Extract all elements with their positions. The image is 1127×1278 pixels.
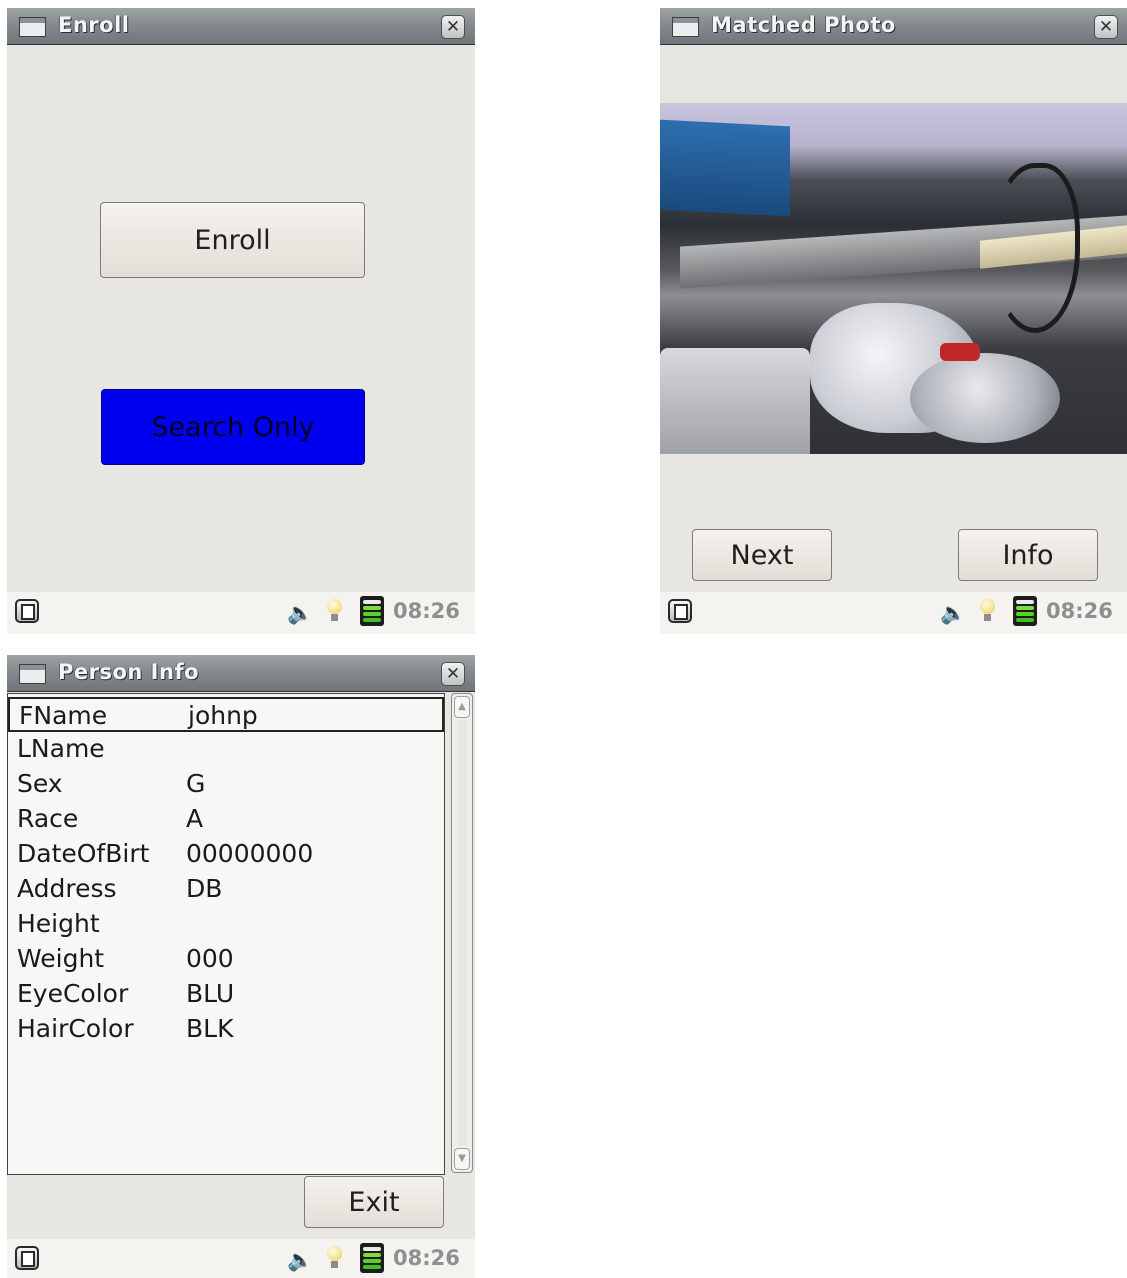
clock: 08:26 (1046, 599, 1113, 623)
scrollbar[interactable]: ▲ ▼ (451, 693, 473, 1173)
field-label: Address (17, 874, 117, 903)
window-title: Matched Photo (711, 13, 896, 37)
field-label: Race (17, 804, 79, 833)
titlebar: Matched Photo ✕ (660, 8, 1127, 45)
scroll-up-icon[interactable]: ▲ (454, 696, 470, 718)
matched-photo-window: Matched Photo ✕ Next Info 🔈 08:26 (660, 8, 1127, 634)
list-item[interactable]: LName (8, 732, 444, 767)
field-value: DB (186, 874, 223, 903)
battery-icon[interactable] (360, 596, 384, 626)
info-button[interactable]: Info (958, 529, 1098, 581)
scroll-track[interactable] (457, 720, 467, 1146)
close-icon[interactable]: ✕ (441, 15, 465, 39)
clock: 08:26 (393, 599, 460, 623)
field-label: Sex (17, 769, 63, 798)
speaker-icon[interactable]: 🔈 (287, 601, 313, 626)
field-value: BLU (186, 979, 235, 1008)
bulb-icon[interactable] (326, 1246, 343, 1268)
list-item[interactable]: Sex G (8, 767, 444, 802)
person-info-list[interactable]: FName johnp LName Sex G Race A DateOfBir… (7, 693, 445, 1175)
window-icon (19, 17, 46, 37)
enroll-button[interactable]: Enroll (100, 202, 365, 278)
taskbar: 🔈 08:26 (7, 1239, 475, 1278)
scroll-down-icon[interactable]: ▼ (454, 1148, 470, 1170)
field-label: EyeColor (17, 979, 129, 1008)
matched-photo (660, 103, 1127, 454)
home-icon[interactable] (15, 1246, 39, 1270)
speaker-icon[interactable]: 🔈 (940, 601, 966, 626)
list-item[interactable]: FName johnp (8, 697, 444, 732)
battery-icon[interactable] (1013, 596, 1037, 626)
list-item[interactable]: Height (8, 907, 444, 942)
battery-icon[interactable] (360, 1243, 384, 1273)
home-icon[interactable] (668, 599, 692, 623)
field-label: LName (17, 734, 105, 763)
search-only-button[interactable]: Search Only (101, 389, 365, 465)
field-value: A (186, 804, 204, 833)
bulb-icon[interactable] (326, 599, 343, 621)
field-value: johnp (188, 701, 258, 730)
enroll-window: Enroll ✕ Enroll Search Only 🔈 08:26 (7, 8, 475, 634)
list-item[interactable]: DateOfBirt 00000000 (8, 837, 444, 872)
list-item[interactable]: Weight 000 (8, 942, 444, 977)
field-value: G (186, 769, 206, 798)
field-value: BLK (186, 1014, 234, 1043)
taskbar: 🔈 08:26 (7, 592, 475, 634)
person-info-window: Person Info ✕ FName johnp LName Sex G Ra… (7, 655, 475, 1278)
field-value: 00000000 (186, 839, 314, 868)
clock: 08:26 (393, 1246, 460, 1270)
home-icon[interactable] (15, 599, 39, 623)
window-title: Enroll (58, 13, 130, 37)
field-label: Weight (17, 944, 105, 973)
window-icon (19, 664, 46, 684)
field-label: HairColor (17, 1014, 134, 1043)
titlebar: Enroll ✕ (7, 8, 475, 45)
list-item[interactable]: EyeColor BLU (8, 977, 444, 1012)
field-label: DateOfBirt (17, 839, 150, 868)
close-icon[interactable]: ✕ (441, 662, 465, 686)
bulb-icon[interactable] (979, 599, 996, 621)
close-icon[interactable]: ✕ (1094, 15, 1118, 39)
field-label: Height (17, 909, 100, 938)
speaker-icon[interactable]: 🔈 (287, 1248, 313, 1273)
list-item[interactable]: HairColor BLK (8, 1012, 444, 1047)
taskbar: 🔈 08:26 (660, 592, 1127, 634)
window-icon (672, 17, 699, 37)
field-label: FName (19, 701, 108, 730)
list-item[interactable]: Race A (8, 802, 444, 837)
titlebar: Person Info ✕ (7, 655, 475, 692)
exit-button[interactable]: Exit (304, 1176, 444, 1228)
window-title: Person Info (58, 660, 200, 684)
field-value: 000 (186, 944, 234, 973)
next-button[interactable]: Next (692, 529, 832, 581)
list-item[interactable]: Address DB (8, 872, 444, 907)
